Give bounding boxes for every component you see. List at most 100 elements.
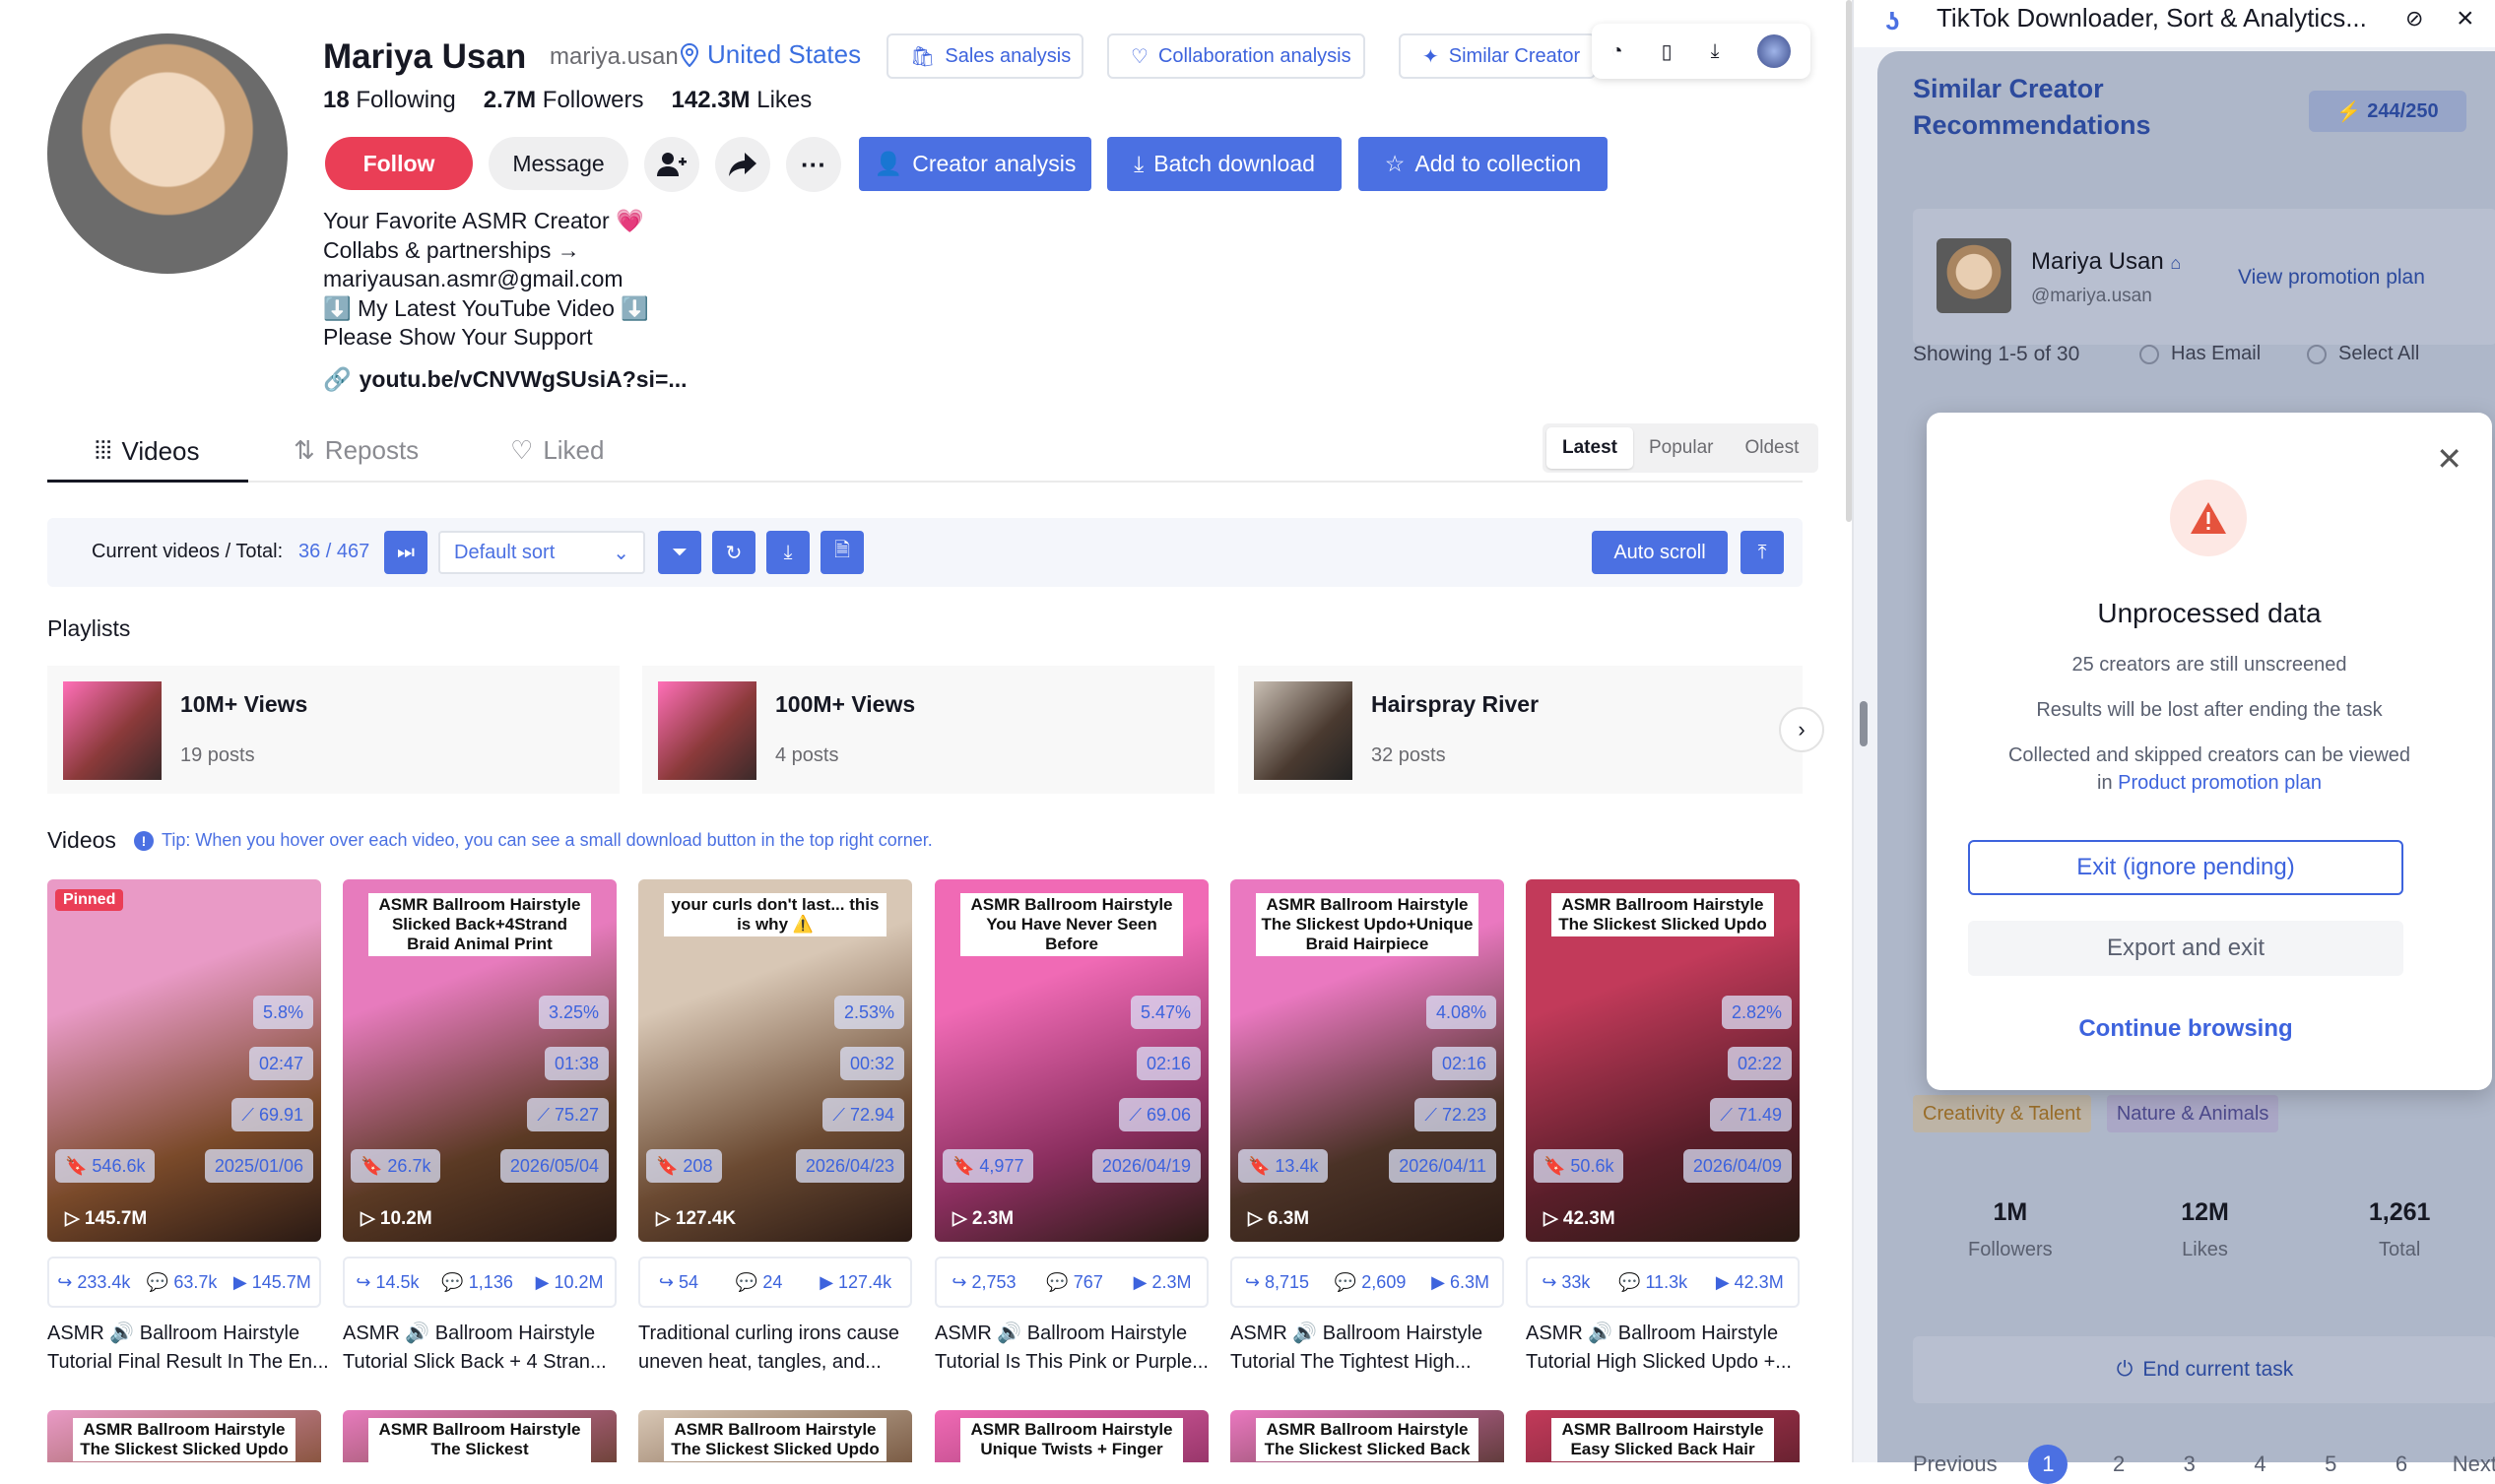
speed-icon[interactable]: ◔ bbox=[1611, 40, 1623, 63]
video-card[interactable]: ASMR Ballroom Hairstyle Slicked Back+4St… bbox=[343, 879, 617, 1242]
video-title[interactable]: ASMR 🔊 Ballroom Hairstyle Tutorial Final … bbox=[47, 1320, 328, 1377]
sort-latest[interactable]: Latest bbox=[1546, 427, 1633, 469]
profile-avatar[interactable] bbox=[47, 33, 288, 274]
plays-metric: ▶ 6.3M bbox=[1431, 1272, 1489, 1293]
playlist-card[interactable]: 100M+ Views 4 posts bbox=[642, 666, 1215, 794]
refresh-icon[interactable]: ↻ bbox=[712, 531, 755, 574]
message-button[interactable]: Message bbox=[489, 137, 628, 190]
bio-line: Please Show Your Support bbox=[323, 324, 593, 350]
video-card[interactable]: ASMR Ballroom Hairstyle The Slickest Upd… bbox=[1230, 879, 1504, 1242]
engagement-rate-badge: 2.53% bbox=[833, 996, 904, 1029]
select-all-radio[interactable]: Select All bbox=[2307, 343, 2419, 365]
continue-browsing-button[interactable]: Continue browsing bbox=[1968, 1001, 2403, 1057]
shares-metric: ↪ 14.5k bbox=[356, 1272, 419, 1293]
playlist-card[interactable]: 10M+ Views 19 posts bbox=[47, 666, 620, 794]
tab-reposts-label: Reposts bbox=[324, 435, 420, 465]
video-card[interactable]: ASMR Ballroom Hairstyle You Have Never S… bbox=[935, 879, 1209, 1242]
profile-link[interactable]: 🔗 youtu.be/vCNVWgSUsiA?si=... bbox=[323, 366, 688, 393]
page-number[interactable]: 5 bbox=[2311, 1445, 2350, 1484]
export-file-icon[interactable]: 🗎 bbox=[821, 531, 864, 574]
has-email-radio[interactable]: Has Email bbox=[2139, 343, 2261, 365]
video-metrics: ↪ 8,715 💬 2,609 ▶ 6.3M bbox=[1230, 1257, 1504, 1308]
product-promotion-plan-link[interactable]: Product promotion plan bbox=[2118, 772, 2322, 794]
add-friend-icon[interactable] bbox=[644, 137, 699, 192]
sales-analysis-button[interactable]: 🛍 Sales analysis bbox=[886, 33, 1083, 79]
video-card[interactable]: ASMR Ballroom Hairstyle The Slickest Sli… bbox=[1230, 1410, 1504, 1462]
scroll-to-top-icon[interactable]: ⤒ bbox=[1740, 531, 1784, 574]
radio-circle bbox=[2139, 344, 2159, 364]
score-badge: ⟋ 72.94 bbox=[822, 1098, 904, 1131]
source-creator-card: Mariya Usan ⌂ @mariya.usan View promotio… bbox=[1913, 209, 2495, 345]
panel-resize-handle[interactable] bbox=[1860, 701, 1868, 746]
sort-segment: Latest Popular Oldest bbox=[1543, 423, 1819, 473]
video-title[interactable]: ASMR 🔊 Ballroom Hairstyle Tutorial The Ti… bbox=[1230, 1320, 1511, 1377]
phone-icon[interactable]: ▯ bbox=[1662, 39, 1673, 64]
video-card[interactable]: ASMR Ballroom Hairstyle The Slickest Sli… bbox=[47, 1410, 321, 1462]
comments-value: 11.3k bbox=[1645, 1271, 1688, 1292]
stat-value: 12M bbox=[2181, 1198, 2229, 1226]
tab-videos[interactable]: ⦙⦙⦙ Videos bbox=[95, 435, 200, 467]
add-to-collection-button[interactable]: ☆ Add to collection bbox=[1358, 137, 1608, 191]
similar-creator-button[interactable]: ✦ Similar Creator bbox=[1399, 33, 1596, 79]
more-options-icon[interactable]: ··· bbox=[786, 137, 841, 192]
page-number[interactable]: 2 bbox=[2099, 1445, 2138, 1484]
sort-oldest[interactable]: Oldest bbox=[1729, 427, 1814, 469]
creator-analysis-button[interactable]: 👤 Creator analysis bbox=[859, 137, 1091, 191]
close-icon[interactable]: ✕ bbox=[2436, 440, 2462, 478]
source-creator-handle: @mariya.usan bbox=[2031, 286, 2152, 306]
video-card[interactable]: your curls don't last... this is why ⚠️ 2… bbox=[638, 879, 912, 1242]
following-stat[interactable]: 18 Following bbox=[323, 87, 456, 114]
video-card[interactable]: ASMR Ballroom Hairstyle The Slickest Sli… bbox=[343, 1410, 617, 1462]
exit-ignore-pending-button[interactable]: Exit (ignore pending) bbox=[1968, 840, 2403, 895]
page-number[interactable]: 1 bbox=[2028, 1445, 2068, 1484]
video-caption-overlay: ASMR Ballroom Hairstyle The Slickest Sli… bbox=[1551, 893, 1774, 936]
sort-select[interactable]: Default sort ⌄ bbox=[438, 531, 645, 574]
unpin-icon[interactable]: ⊘ bbox=[2405, 6, 2423, 32]
sort-popular[interactable]: Popular bbox=[1633, 427, 1730, 469]
page-number[interactable]: 6 bbox=[2382, 1445, 2421, 1484]
duration-badge: 02:16 bbox=[1431, 1047, 1496, 1080]
download-icon[interactable]: ⤓ bbox=[1711, 40, 1720, 63]
saves-badge: 🔖 26.7k bbox=[351, 1149, 441, 1183]
video-card[interactable]: Pinned 5.8% 02:47 ⟋ 69.91 🔖 546.6k 2025/01/06… bbox=[47, 879, 321, 1242]
tab-reposts[interactable]: ⇅ Reposts bbox=[294, 435, 419, 466]
video-title[interactable]: ASMR 🔊 Ballroom Hairstyle Tutorial Slick … bbox=[343, 1320, 624, 1377]
comments-metric: 💬 2,609 bbox=[1335, 1272, 1406, 1293]
end-task-button[interactable]: ⏻ End current task bbox=[1913, 1336, 2495, 1403]
collaboration-analysis-button[interactable]: ♡ Collaboration analysis bbox=[1107, 33, 1365, 79]
video-metrics: ↪ 233.4k 💬 63.7k ▶ 145.7M bbox=[47, 1257, 321, 1308]
followers-stat[interactable]: 2.7M Followers bbox=[484, 87, 644, 114]
video-card[interactable]: ASMR Ballroom Hairstyle The Slickest Sli… bbox=[638, 1410, 912, 1462]
close-panel-icon[interactable]: × bbox=[2457, 2, 2474, 35]
video-title[interactable]: ASMR 🔊 Ballroom Hairstyle Tutorial High S… bbox=[1526, 1320, 1806, 1377]
tiktok-profile-page: Mariya Usan mariya.usan United States 🛍 S… bbox=[0, 0, 1852, 1462]
playlist-next-icon[interactable]: › bbox=[1779, 707, 1824, 752]
download-icon[interactable]: ⤓ bbox=[766, 531, 810, 574]
pinned-badge: Pinned bbox=[55, 889, 124, 911]
video-card[interactable]: ASMR Ballroom Hairstyle Easy Slicked Bac… bbox=[1526, 1410, 1800, 1462]
follow-button[interactable]: Follow bbox=[325, 137, 473, 190]
pagination-previous[interactable]: Previous bbox=[1913, 1452, 1998, 1477]
pagination: Previous 1 2 3 4 5 6 Next bbox=[1913, 1445, 2495, 1484]
plays-value: 10.2M bbox=[554, 1271, 604, 1292]
page-number[interactable]: 4 bbox=[2241, 1445, 2280, 1484]
playlist-card[interactable]: Hairspray River 32 posts bbox=[1238, 666, 1803, 794]
auto-scroll-button[interactable]: Auto scroll bbox=[1592, 531, 1728, 574]
batch-download-button[interactable]: ⤓ Batch download bbox=[1107, 137, 1342, 191]
video-card[interactable]: ASMR Ballroom Hairstyle Unique Twists + … bbox=[935, 1410, 1209, 1462]
play-circle-icon: ▶ bbox=[1431, 1271, 1451, 1292]
share-icon[interactable] bbox=[715, 137, 770, 192]
tab-liked[interactable]: ♡ Liked bbox=[510, 435, 604, 466]
comments-value: 767 bbox=[1073, 1271, 1103, 1292]
filter-icon[interactable]: ⏷ bbox=[658, 531, 701, 574]
skip-to-end-icon[interactable]: ⏭ bbox=[384, 531, 427, 574]
pagination-next[interactable]: Next bbox=[2453, 1452, 2495, 1477]
page-number[interactable]: 3 bbox=[2170, 1445, 2209, 1484]
video-card[interactable]: ASMR Ballroom Hairstyle The Slickest Sli… bbox=[1526, 879, 1800, 1242]
view-promotion-plan-link[interactable]: View promotion plan bbox=[2238, 266, 2425, 290]
video-title[interactable]: Traditional curling irons cause uneven he… bbox=[638, 1320, 919, 1377]
video-title[interactable]: ASMR 🔊 Ballroom Hairstyle Tutorial Is Thi… bbox=[935, 1320, 1215, 1377]
export-and-exit-button[interactable]: Export and exit bbox=[1968, 921, 2403, 976]
user-avatar-icon[interactable] bbox=[1757, 34, 1792, 68]
comment-icon: 💬 bbox=[146, 1271, 174, 1292]
